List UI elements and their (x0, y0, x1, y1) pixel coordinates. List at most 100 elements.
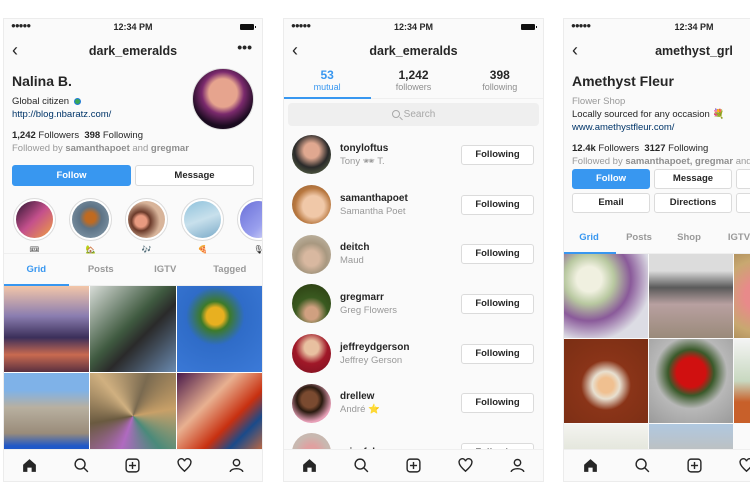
followers-count[interactable]: 1,242 (12, 130, 36, 141)
home-tab[interactable] (284, 457, 336, 474)
new-post-tab[interactable] (107, 457, 159, 474)
highlight-item[interactable]: 🍕 (181, 198, 224, 254)
photo-thumbnail[interactable] (649, 254, 733, 338)
call-button[interactable] (736, 193, 750, 213)
list-item[interactable]: gregmarr Greg Flowers Following (284, 279, 543, 329)
list-item[interactable]: samanthapoet Samantha Poet Following (284, 180, 543, 230)
following-button[interactable]: Following (461, 343, 534, 364)
following-label: following (482, 82, 518, 92)
photo-thumbnail[interactable] (90, 286, 176, 372)
followed-by[interactable]: Followed by samanthapoet and gregmar (12, 142, 254, 155)
avatar[interactable] (292, 284, 331, 324)
message-button[interactable]: Message (654, 169, 732, 189)
follow-stats-tabs: 53 mutual 1,242 followers 398 following (284, 65, 543, 99)
photo-thumbnail[interactable] (649, 339, 733, 423)
new-post-tab[interactable] (668, 457, 720, 474)
tab-following[interactable]: 398 following (457, 65, 543, 98)
profile-tabs: Grid Posts Shop IGTV (564, 222, 750, 254)
new-post-tab[interactable] (388, 457, 440, 474)
list-item[interactable]: deitch Maud Following (284, 229, 543, 279)
home-tab[interactable] (4, 457, 56, 474)
following-button[interactable]: Following (461, 244, 534, 265)
more-contact-button[interactable] (736, 169, 750, 189)
message-button[interactable]: Message (135, 165, 254, 186)
tab-posts[interactable]: Posts (69, 254, 134, 285)
tab-posts[interactable]: Posts (614, 222, 664, 253)
tab-igtv[interactable]: IGTV (133, 254, 198, 285)
photo-thumbnail[interactable] (176, 286, 262, 372)
tab-igtv[interactable]: IGTV (714, 222, 750, 253)
search-input[interactable]: Search (288, 103, 539, 126)
avatar[interactable] (292, 334, 331, 374)
profile-tab[interactable] (491, 457, 543, 474)
website-link[interactable]: www.amethystfleur.com/ (572, 121, 750, 134)
avatar[interactable] (292, 234, 331, 274)
profile-avatar[interactable] (192, 68, 254, 130)
search-tab[interactable] (616, 457, 668, 474)
photo-thumbnail[interactable] (4, 286, 90, 372)
tab-mutual[interactable]: 53 mutual (284, 65, 370, 98)
search-tab[interactable] (336, 457, 388, 474)
photo-thumbnail[interactable] (4, 373, 90, 459)
business-profile-screen: ●●●●● 12:34 PM ‹ amethyst_grl Amethyst F… (563, 18, 750, 482)
more-options-icon[interactable]: ••• (237, 39, 252, 55)
highlight-item[interactable]: 🎶 (125, 198, 168, 254)
username[interactable]: samanthapoet (340, 192, 408, 205)
email-button[interactable]: Email (572, 193, 650, 213)
followers-count[interactable]: 12.4k (572, 143, 596, 154)
home-icon (23, 459, 37, 472)
heart-icon (458, 458, 473, 473)
tab-followers[interactable]: 1,242 followers (370, 65, 456, 98)
following-count[interactable]: 3127 (644, 143, 665, 154)
highlight-item[interactable]: 🎙 (237, 198, 262, 254)
highlight-item[interactable]: 🎟 (13, 198, 56, 254)
photo-thumbnail[interactable] (90, 373, 176, 459)
following-button[interactable]: Following (461, 145, 534, 165)
username[interactable]: gregmarr (340, 291, 397, 304)
avatar[interactable] (292, 185, 331, 225)
tab-grid[interactable]: Grid (4, 254, 69, 285)
directions-button[interactable]: Directions (654, 193, 732, 213)
list-item[interactable]: drellew André ⭐ Following (284, 378, 543, 428)
activity-tab[interactable] (439, 457, 491, 474)
photo-thumbnail[interactable] (734, 339, 750, 423)
tab-tagged[interactable]: Tagged (198, 254, 263, 285)
activity-tab[interactable] (159, 457, 211, 474)
follow-button[interactable]: Follow (572, 169, 650, 189)
avatar[interactable] (292, 135, 331, 175)
plus-square-icon (406, 458, 421, 473)
following-count[interactable]: 398 (84, 130, 100, 141)
search-icon (74, 458, 89, 473)
username[interactable]: tonyloftus (340, 142, 388, 155)
username[interactable]: drellew (340, 390, 380, 403)
username[interactable]: deitch (340, 241, 369, 254)
following-button[interactable]: Following (461, 194, 534, 215)
photo-thumbnail[interactable] (734, 254, 750, 338)
activity-tab[interactable] (720, 457, 750, 474)
photo-grid (4, 286, 262, 459)
avatar[interactable] (292, 383, 331, 423)
follow-button[interactable]: Follow (12, 165, 131, 186)
tab-shop[interactable]: Shop (664, 222, 714, 253)
list-item[interactable]: jeffreydgerson Jeffrey Gerson Following (284, 329, 543, 379)
photo-thumbnail[interactable] (564, 254, 648, 338)
action-buttons: Follow Message (4, 165, 262, 186)
search-tab[interactable] (56, 457, 108, 474)
followed-by-and: and (132, 143, 149, 154)
profile-tab[interactable] (210, 457, 262, 474)
business-category: Flower Shop (572, 96, 626, 107)
active-tab-indicator (284, 97, 371, 99)
home-icon (303, 459, 317, 472)
home-tab[interactable] (564, 457, 616, 474)
list-item[interactable]: tonyloftus Tony 🕶 T. Following (284, 130, 543, 180)
following-button[interactable]: Following (461, 393, 534, 414)
heart-icon (738, 458, 750, 473)
nav-bar: ‹ amethyst_grl (564, 35, 750, 65)
followed-by[interactable]: Followed by samanthapoet, gregmar and (572, 155, 750, 168)
tab-grid[interactable]: Grid (564, 222, 614, 253)
photo-thumbnail[interactable] (176, 373, 262, 459)
photo-thumbnail[interactable] (564, 339, 648, 423)
highlight-item[interactable]: 🏡 (69, 198, 112, 254)
following-button[interactable]: Following (461, 294, 534, 315)
username[interactable]: jeffreydgerson (340, 341, 409, 354)
